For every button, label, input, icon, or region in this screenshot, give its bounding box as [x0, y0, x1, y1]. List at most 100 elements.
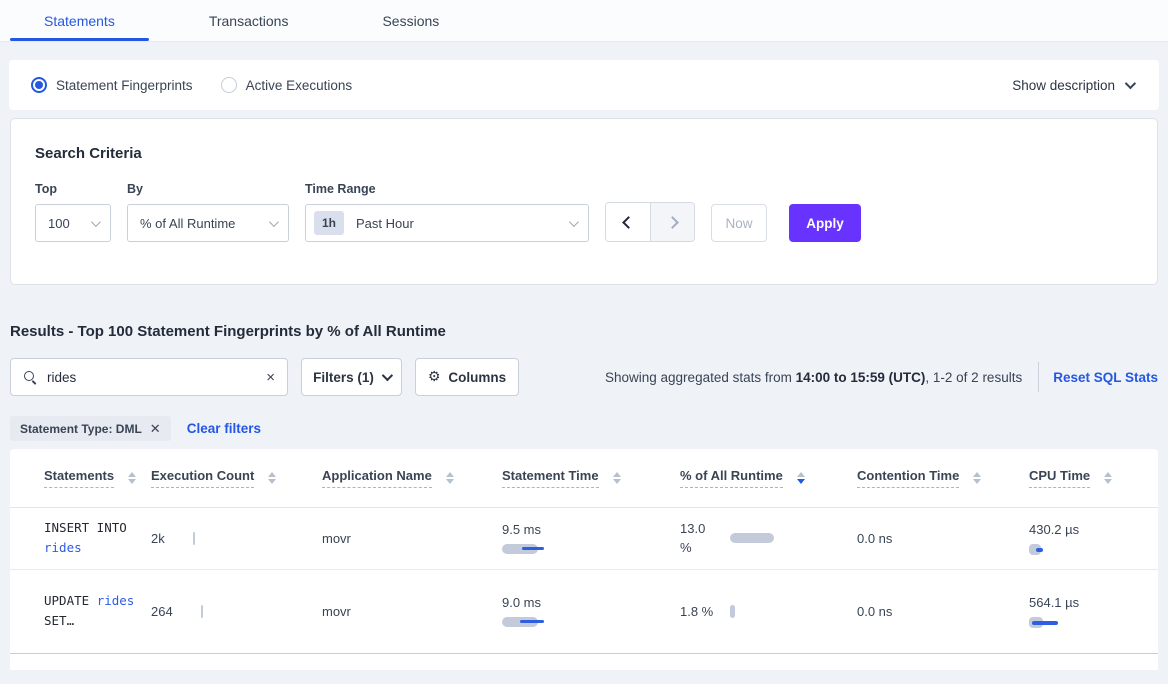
- radio-selected-icon: [31, 77, 47, 93]
- clear-filters-link[interactable]: Clear filters: [187, 421, 261, 436]
- show-description-toggle[interactable]: Show description: [1012, 78, 1133, 93]
- top-select[interactable]: 100: [35, 204, 111, 242]
- sort-icon[interactable]: [973, 472, 981, 485]
- tab-sessions[interactable]: Sessions: [364, 0, 457, 41]
- apply-button[interactable]: Apply: [789, 204, 861, 242]
- top-select-value: 100: [48, 216, 70, 231]
- time-range-label: Time Range: [305, 182, 589, 196]
- statement-time-bar: [502, 543, 666, 555]
- statement-time-bar: [502, 616, 666, 628]
- col-header-execution-count[interactable]: Execution Count: [151, 468, 254, 488]
- next-time-button[interactable]: [650, 203, 694, 241]
- execution-count-bar: [201, 605, 204, 618]
- statement-link[interactable]: rides: [44, 540, 82, 555]
- gear-icon: ⚙: [428, 369, 441, 385]
- filters-button[interactable]: Filters (1): [301, 358, 402, 396]
- top-field: Top 100: [35, 182, 111, 242]
- divider: [1038, 362, 1039, 392]
- sort-icon-active[interactable]: [797, 472, 805, 485]
- time-range-value: Past Hour: [356, 216, 414, 231]
- chevron-right-icon: [666, 216, 679, 229]
- execution-count-value: 2k: [151, 531, 165, 546]
- runtime-pct-value: 1.8 %: [680, 602, 718, 621]
- prev-time-button[interactable]: [606, 203, 650, 241]
- contention-time-value: 0.0 ns: [857, 531, 892, 546]
- filter-chip-statement-type[interactable]: Statement Type: DML ✕: [10, 416, 171, 441]
- runtime-pct-bar: [730, 605, 735, 618]
- by-field: By % of All Runtime: [127, 182, 289, 242]
- table-row[interactable]: UPDATE rides SET… 264 movr 9.0 ms: [10, 569, 1158, 653]
- cpu-time-value: 564.1 µs: [1029, 595, 1079, 610]
- filter-chip-label: Statement Type: DML: [20, 422, 142, 436]
- sort-icon[interactable]: [1104, 472, 1112, 485]
- aggregated-stats-text: Showing aggregated stats from 14:00 to 1…: [605, 370, 1022, 385]
- col-header-statement-time[interactable]: Statement Time: [502, 468, 599, 488]
- radio-statement-fingerprints[interactable]: Statement Fingerprints: [31, 77, 193, 93]
- results-table: Statements Execution Count Application N…: [10, 449, 1158, 670]
- col-header-statements[interactable]: Statements: [44, 468, 114, 488]
- sort-icon[interactable]: [613, 472, 621, 485]
- execution-count-value: 264: [151, 604, 173, 619]
- statement-fingerprint: INSERT INTO rides: [44, 518, 164, 558]
- sort-icon[interactable]: [268, 472, 276, 485]
- columns-button-label: Columns: [448, 370, 506, 385]
- cpu-time-value: 430.2 µs: [1029, 522, 1079, 537]
- table-header-row: Statements Execution Count Application N…: [10, 449, 1158, 507]
- application-name-value: movr: [322, 604, 351, 619]
- sort-icon[interactable]: [446, 472, 454, 485]
- search-input-value: rides: [47, 370, 76, 385]
- by-select[interactable]: % of All Runtime: [127, 204, 289, 242]
- col-header-cpu-time[interactable]: CPU Time: [1029, 468, 1090, 488]
- time-range-select[interactable]: 1h Past Hour: [305, 204, 589, 242]
- chevron-down-icon: [1125, 78, 1136, 89]
- time-range-pager: [605, 202, 695, 242]
- show-description-label: Show description: [1012, 78, 1115, 93]
- cpu-time-bar: [1029, 617, 1089, 629]
- results-heading: Results - Top 100 Statement Fingerprints…: [10, 323, 1158, 340]
- tab-statements[interactable]: Statements: [26, 0, 133, 41]
- search-input[interactable]: rides ×: [10, 358, 288, 396]
- execution-count-bar: [193, 532, 196, 545]
- filter-chip-row: Statement Type: DML ✕ Clear filters: [10, 416, 1158, 441]
- radio-active-executions[interactable]: Active Executions: [221, 77, 353, 93]
- runtime-pct-bar: [730, 533, 774, 543]
- remove-filter-icon[interactable]: ✕: [150, 421, 161, 437]
- statement-time-value: 9.0 ms: [502, 595, 541, 610]
- reset-sql-stats-link[interactable]: Reset SQL Stats: [1053, 370, 1158, 385]
- chevron-down-icon: [269, 217, 279, 227]
- top-label: Top: [35, 182, 111, 196]
- filters-button-label: Filters (1): [313, 370, 374, 385]
- search-criteria-card: Search Criteria Top 100 By % of All Runt…: [10, 118, 1158, 285]
- application-name-value: movr: [322, 531, 351, 546]
- chevron-down-icon: [382, 370, 393, 381]
- cpu-time-bar: [1029, 544, 1089, 556]
- by-select-value: % of All Runtime: [140, 216, 235, 231]
- statement-fingerprint: UPDATE rides SET…: [44, 591, 164, 631]
- time-range-field: Time Range 1h Past Hour: [305, 182, 589, 242]
- radio-unselected-icon: [221, 77, 237, 93]
- now-button[interactable]: Now: [711, 204, 767, 242]
- time-range-badge: 1h: [314, 211, 344, 235]
- col-header-contention-time[interactable]: Contention Time: [857, 468, 959, 488]
- chevron-left-icon: [622, 216, 635, 229]
- col-header-application-name[interactable]: Application Name: [322, 468, 432, 488]
- results-controls-row: rides × Filters (1) ⚙ Columns Showing ag…: [10, 358, 1158, 396]
- contention-time-value: 0.0 ns: [857, 604, 892, 619]
- runtime-pct-value: 13.0 %: [680, 519, 718, 557]
- columns-button[interactable]: ⚙ Columns: [415, 358, 519, 396]
- statement-link[interactable]: rides: [97, 593, 135, 608]
- view-toggle-card: Statement Fingerprints Active Executions…: [9, 60, 1159, 110]
- chevron-down-icon: [91, 217, 101, 227]
- by-label: By: [127, 182, 289, 196]
- radio-label: Active Executions: [246, 78, 353, 93]
- search-criteria-title: Search Criteria: [35, 145, 1133, 162]
- search-icon: [23, 370, 37, 384]
- tab-transactions[interactable]: Transactions: [191, 0, 307, 41]
- top-tabbar: Statements Transactions Sessions: [0, 0, 1168, 42]
- radio-label: Statement Fingerprints: [56, 78, 193, 93]
- sort-icon[interactable]: [128, 472, 136, 485]
- chevron-down-icon: [569, 217, 579, 227]
- clear-search-icon[interactable]: ×: [266, 369, 275, 386]
- col-header-runtime-pct[interactable]: % of All Runtime: [680, 468, 783, 488]
- table-row[interactable]: INSERT INTO rides 2k movr 9.5 ms: [10, 507, 1158, 569]
